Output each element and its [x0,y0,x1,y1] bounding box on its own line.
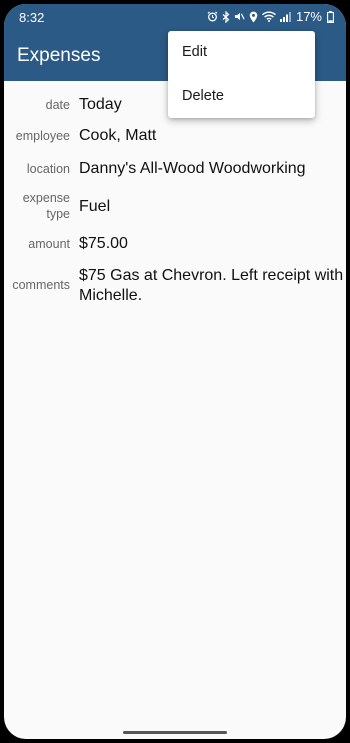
app-title: Expenses [17,45,101,66]
menu-item-edit[interactable]: Edit [168,31,315,74]
status-bar: 8:32 17% [4,4,346,31]
overflow-menu: Edit Delete [168,31,315,118]
field-value: Danny's All-Wood Woodworking [79,160,306,177]
gesture-nav-handle[interactable] [123,731,227,734]
status-icons: 17% [207,9,334,24]
field-value: Cook, Matt [79,127,157,144]
phone-screen: 8:32 17% Expenses date Today employee Co… [4,4,346,739]
field-label: comments [12,278,70,292]
field-label: amount [28,237,70,251]
field-value: $75.00 [79,235,128,252]
field-label: employee [15,129,70,143]
field-value: $75 Gas at Chevron. Left receipt with Mi… [79,267,344,304]
field-label: type [46,207,70,221]
bluetooth-icon [222,10,230,23]
wifi-icon [261,11,276,22]
signal-icon [279,11,291,22]
field-label: expense [22,191,70,205]
field-value: Fuel [79,198,111,215]
mute-icon [234,11,245,22]
alarm-icon [207,11,218,22]
status-time: 8:32 [19,10,45,25]
location-icon [249,11,258,23]
menu-item-delete[interactable]: Delete [168,75,315,118]
battery-percent: 17% [295,9,322,24]
battery-icon [327,10,334,23]
field-label: location [26,162,70,176]
field-label: date [45,98,70,112]
